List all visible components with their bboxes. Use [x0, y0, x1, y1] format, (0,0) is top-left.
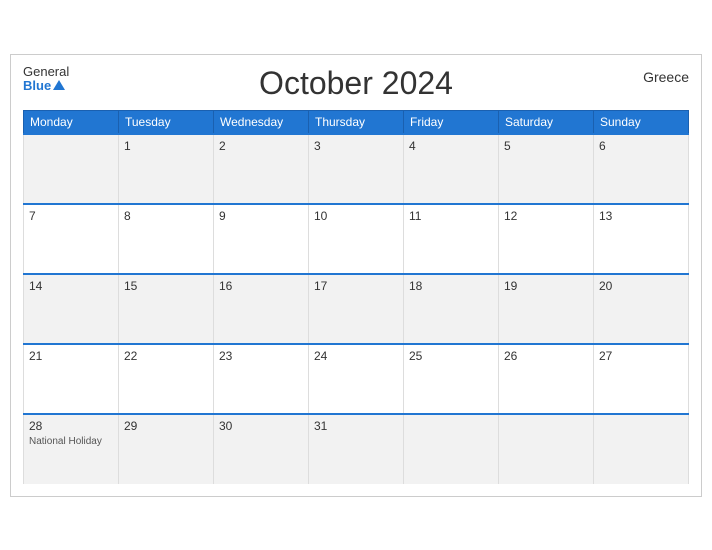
weekday-header-thursday: Thursday	[309, 110, 404, 134]
weekday-header-friday: Friday	[404, 110, 499, 134]
calendar-cell: 28 National Holiday	[24, 414, 119, 484]
week-row-2: 789 10 11 12 13	[24, 204, 689, 274]
logo-triangle-icon	[53, 80, 65, 90]
weekday-header-sunday: Sunday	[594, 110, 689, 134]
day-number: 3	[314, 139, 398, 153]
logo-general-text: General	[23, 65, 69, 79]
weekday-header-saturday: Saturday	[499, 110, 594, 134]
day-number: 30	[219, 419, 303, 433]
calendar-cell: 2	[214, 134, 309, 204]
calendar-cell: 25	[404, 344, 499, 414]
calendar-header: General Blue October 2024 Greece	[23, 65, 689, 102]
country-label: Greece	[643, 69, 689, 85]
day-number: 27	[599, 349, 683, 363]
logo-blue-text: Blue	[23, 79, 69, 93]
calendar-cell: 15	[119, 274, 214, 344]
calendar-cell: 14	[24, 274, 119, 344]
calendar-cell: 18	[404, 274, 499, 344]
calendar-cell: 17	[309, 274, 404, 344]
day-number: 20	[599, 279, 683, 293]
calendar-cell: 11	[404, 204, 499, 274]
calendar-cell: 27	[594, 344, 689, 414]
logo: General Blue	[23, 65, 69, 94]
calendar-cell: 26	[499, 344, 594, 414]
day-number: 13	[599, 209, 683, 223]
weekday-header-monday: Monday	[24, 110, 119, 134]
day-number: 22	[124, 349, 208, 363]
day-number: 19	[504, 279, 588, 293]
calendar-cell: 29	[119, 414, 214, 484]
calendar-cell: 4	[404, 134, 499, 204]
calendar-cell: 5	[499, 134, 594, 204]
week-row-5: 28 National Holiday 29 30 31	[24, 414, 689, 484]
weekday-header-row: MondayTuesdayWednesdayThursdayFridaySatu…	[24, 110, 689, 134]
calendar-cell: 19	[499, 274, 594, 344]
day-number: 24	[314, 349, 398, 363]
day-number: 16	[219, 279, 303, 293]
calendar-cell: 13	[594, 204, 689, 274]
calendar-cell: 30	[214, 414, 309, 484]
calendar-cell: 20	[594, 274, 689, 344]
weekday-header-wednesday: Wednesday	[214, 110, 309, 134]
calendar-cell: 8	[119, 204, 214, 274]
calendar-cell: 16	[214, 274, 309, 344]
calendar-cell: 12	[499, 204, 594, 274]
calendar-cell: 9	[214, 204, 309, 274]
calendar-table: MondayTuesdayWednesdayThursdayFridaySatu…	[23, 110, 689, 484]
day-number: 29	[124, 419, 208, 433]
calendar-cell: 10	[309, 204, 404, 274]
day-number: 25	[409, 349, 493, 363]
week-row-3: 14 15 16 17 18 19 20	[24, 274, 689, 344]
calendar-cell: 21	[24, 344, 119, 414]
calendar-cell	[24, 134, 119, 204]
calendar-cell: 31	[309, 414, 404, 484]
week-row-1: 123456	[24, 134, 689, 204]
calendar-cell	[594, 414, 689, 484]
day-number: 8	[124, 209, 208, 223]
calendar-cell: 24	[309, 344, 404, 414]
day-number: 12	[504, 209, 588, 223]
day-number: 11	[409, 209, 493, 223]
calendar-cell: 3	[309, 134, 404, 204]
week-row-4: 21 22 23 24 25 26 27	[24, 344, 689, 414]
day-number: 23	[219, 349, 303, 363]
calendar-cell: 22	[119, 344, 214, 414]
calendar-cell	[499, 414, 594, 484]
day-number: 9	[219, 209, 303, 223]
day-event: National Holiday	[29, 436, 102, 447]
day-number: 15	[124, 279, 208, 293]
day-number: 18	[409, 279, 493, 293]
day-number: 21	[29, 349, 113, 363]
calendar-cell: 1	[119, 134, 214, 204]
calendar-cell: 6	[594, 134, 689, 204]
day-number: 2	[219, 139, 303, 153]
calendar-cell: 23	[214, 344, 309, 414]
day-number: 6	[599, 139, 683, 153]
weekday-header-tuesday: Tuesday	[119, 110, 214, 134]
calendar-cell	[404, 414, 499, 484]
day-number: 31	[314, 419, 398, 433]
day-number: 7	[29, 209, 113, 223]
day-number: 4	[409, 139, 493, 153]
calendar-container: General Blue October 2024 Greece MondayT…	[10, 54, 702, 497]
calendar-cell: 7	[24, 204, 119, 274]
day-number: 1	[124, 139, 208, 153]
month-title: October 2024	[259, 65, 453, 102]
day-number: 26	[504, 349, 588, 363]
day-number: 5	[504, 139, 588, 153]
day-number: 14	[29, 279, 113, 293]
day-number: 17	[314, 279, 398, 293]
day-number: 28	[29, 419, 113, 433]
day-number: 10	[314, 209, 398, 223]
